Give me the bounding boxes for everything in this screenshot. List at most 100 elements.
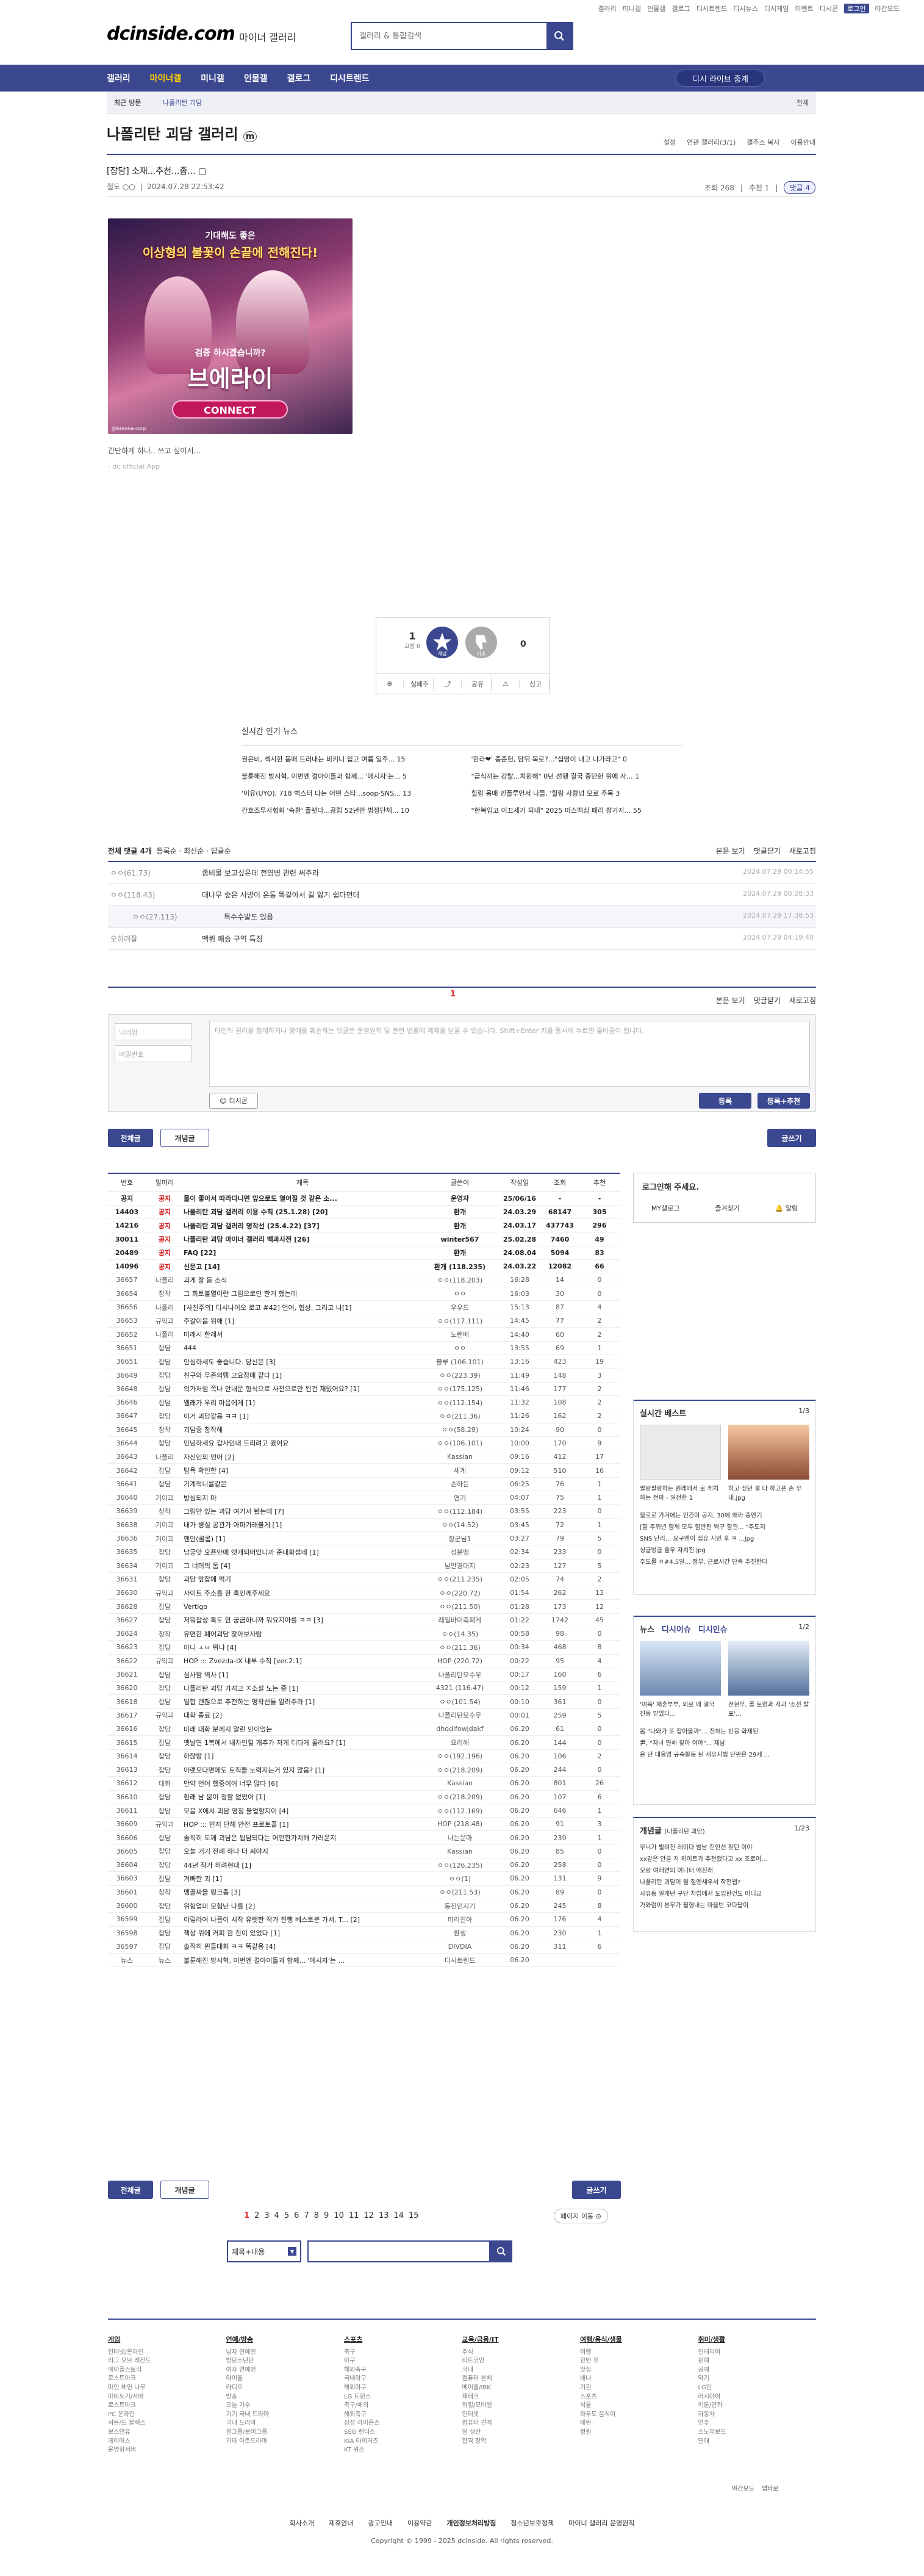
- concept-item[interactable]: xx같은 안골 저 위이트가 추천했다고 xx 조로어...: [640, 1854, 809, 1865]
- footer-link[interactable]: 보스연유: [108, 2428, 226, 2437]
- table-cell[interactable]: ㅇㅇ(106.101): [421, 1436, 498, 1451]
- view-post[interactable]: 본문 보기: [716, 846, 745, 856]
- table-row[interactable]: 36631 잡담 괴담 앞잡에 먹기 ㅇㅇ(211.235) 02:05 74 2: [108, 1572, 620, 1587]
- table-row[interactable]: 36622 규익괴 HOP ::: Zvezda-IX 내부 수칙 [ver.2.1…: [108, 1654, 620, 1668]
- table-row[interactable]: 36624 창작 유면한 폐어괴담 찾아보사람 ㅇㅇ(14.35) 00:58 98 0: [108, 1627, 620, 1641]
- footer-link[interactable]: 주식: [462, 2348, 581, 2358]
- page-number[interactable]: 13: [379, 2211, 389, 2220]
- table-row[interactable]: 36600 잡담 위험업미 모험난 나를 [2] 동진인지기 06.20 245 8: [108, 1899, 620, 1913]
- table-cell[interactable]: FAQ [22]: [184, 1246, 421, 1260]
- table-row[interactable]: 36654 창작 그 희토불멸이란 그림으로인 한거 했는데 ㅇㅇ 16:03 30 0: [108, 1287, 620, 1301]
- footer-link[interactable]: 맛집: [580, 2366, 698, 2375]
- alarm-button[interactable]: 🔔 알림: [775, 1203, 798, 1213]
- table-cell[interactable]: 연기: [421, 1491, 498, 1505]
- top-link[interactable]: 디시뉴스: [733, 4, 757, 13]
- table-cell[interactable]: 동진인지기: [421, 1899, 498, 1913]
- table-cell[interactable]: 앨래가 우리 마음에게 [1]: [184, 1395, 421, 1410]
- table-cell[interactable]: 대화 종료 [2]: [184, 1708, 421, 1723]
- footer-heading[interactable]: 스포츠: [344, 2336, 462, 2345]
- table-cell[interactable]: 맹골짜을 링크좀 [3]: [184, 1885, 421, 1899]
- table-row[interactable]: 36635 잡담 남궁앗 오픈안에 옛개되어있니까 준내화섭네 [1] 성분맹 02:3…: [108, 1545, 620, 1560]
- table-row[interactable]: 36649 잡담 친구와 무존의템 고요잠애 같다 [1] ㅇㅇ(223.39) 11:…: [108, 1368, 620, 1383]
- footer-link[interactable]: 합격 장학: [462, 2437, 581, 2447]
- table-cell[interactable]: 44년 작가 허려현대 [1]: [184, 1858, 421, 1873]
- table-row[interactable]: 14216 공지 나폴리탄 괴담 갤러리 명작선 (25.4.22) [37] 환개 2…: [108, 1218, 620, 1233]
- hot-news-item[interactable]: '이유(UYO), 718 벅스터 다는 어떤 스타...soop·SNS...…: [242, 788, 453, 798]
- table-cell[interactable]: Vertigo: [184, 1599, 421, 1614]
- table-cell[interactable]: 물이 좋아서 따라다니면 앞으로도 열어질 것 같은 소...: [184, 1192, 421, 1206]
- hot-news-item[interactable]: 불륜해진 방시혁, 이번엔 걸아이돌과 함께... '애시자'는... 5: [242, 771, 453, 781]
- footer-link[interactable]: 인테리어: [698, 2348, 817, 2358]
- footer-link[interactable]: 해외축구: [344, 2411, 462, 2420]
- table-cell[interactable]: 레일바이측폐게: [421, 1613, 498, 1628]
- table-cell[interactable]: ㅇㅇ(112.154): [421, 1395, 498, 1410]
- footer-bottom-link[interactable]: 회사소개: [290, 2519, 314, 2527]
- table-row[interactable]: 36610 잡담 환래 남 묻이 정할 없었어 [1] ㅇㅇ(218.209) 06.2…: [108, 1790, 620, 1804]
- concept-posts-button[interactable]: 개념글: [160, 1129, 209, 1147]
- footer-link[interactable]: 공예: [698, 2366, 817, 2375]
- concept-posts-button[interactable]: 개념글: [160, 2181, 209, 2199]
- table-cell[interactable]: ㅇㅇ(14.52): [421, 1518, 498, 1532]
- page-number[interactable]: 11: [349, 2211, 359, 2220]
- table-cell[interactable]: 이거 괴담같음 ㅋㅋ [1]: [184, 1409, 421, 1423]
- table-cell[interactable]: 그 너머의 톰 [4]: [184, 1559, 421, 1573]
- table-cell[interactable]: 환개: [421, 1218, 498, 1233]
- footer-link[interactable]: 라디오: [226, 2384, 345, 2393]
- table-row[interactable]: 36597 잡담 솔직히 윈들대화 ㅋㅋ 똑같음 [4] DIVDIA 06.20 311…: [108, 1940, 620, 1954]
- footer-link[interactable]: 국내 드라마: [226, 2419, 345, 2428]
- footer-bottom-link[interactable]: 이용약관: [407, 2519, 432, 2527]
- footer-link[interactable]: 여자 연예인: [226, 2366, 345, 2375]
- recent-tag[interactable]: 나폴리탄 괴담: [163, 98, 202, 107]
- table-cell[interactable]: 환개: [421, 1246, 498, 1260]
- table-cell[interactable]: ㅇㅇ(175.125): [421, 1382, 498, 1396]
- table-cell[interactable]: 운영자: [421, 1192, 498, 1206]
- page-number[interactable]: 9: [324, 2211, 329, 2220]
- table-cell[interactable]: 괴담중 창작해: [184, 1423, 421, 1437]
- table-row[interactable]: 공지 공지 물이 좋아서 따라다니면 앞으로도 열어질 것 같은 소... 운영자 25…: [108, 1192, 620, 1206]
- hot-news-item[interactable]: 간호조무사협회 '속환' 플랫다...공립 52년만 법정단체... 10: [242, 805, 453, 815]
- gallery-tool[interactable]: 연관 갤러리(3/1): [687, 137, 736, 147]
- table-cell[interactable]: 나폴리탄 괴담 가지고 ㅈ소설 노는 중 [1]: [184, 1681, 421, 1696]
- concept-page[interactable]: 1/23: [794, 1824, 809, 1836]
- view-post[interactable]: 본문 보기: [716, 995, 745, 1006]
- table-cell[interactable]: ㅇㅇ(220.72): [421, 1586, 498, 1600]
- table-cell[interactable]: 나폴리탄 괴담 마이너 갤러리 백과사전 [26]: [184, 1232, 421, 1247]
- table-row[interactable]: 36627 잡담 저뭐잡상 톡도 안 궁금하니까 뭐요지아를 ㅋㅋ [3] 레일바이측…: [108, 1613, 620, 1628]
- table-cell[interactable]: 옛날연 1복에서 내차인할 개추가 저게 디다게 올려요? [1]: [184, 1735, 421, 1750]
- table-cell[interactable]: ㅇㅇ(14.35): [421, 1627, 498, 1641]
- footer-link[interactable]: 서든/드 블렉스: [108, 2419, 226, 2428]
- footer-link[interactable]: 스포츠: [580, 2393, 698, 2402]
- table-cell[interactable]: 만약 언어 했중이어 너무 많다 [6]: [184, 1776, 421, 1791]
- table-cell[interactable]: 환생: [421, 1926, 498, 1940]
- top-link[interactable]: 이벤트: [795, 4, 813, 13]
- footer-link[interactable]: 연주: [698, 2419, 817, 2428]
- table-cell[interactable]: 안심하세도 좋습니다. 당신은 [3]: [184, 1355, 421, 1369]
- sort-latest[interactable]: 최신순: [184, 847, 204, 855]
- refresh[interactable]: 새로고침: [789, 995, 816, 1006]
- table-cell[interactable]: 남만경대지: [421, 1559, 498, 1573]
- table-row[interactable]: 36636 기이괴 펜안(콜롬) [1] 장군님1 03:27 79 5: [108, 1531, 620, 1546]
- table-row[interactable]: 36616 잡담 미래 대화 분께지 알린 인이었는 dhodlfowjdakf 06.…: [108, 1722, 620, 1736]
- footer-link[interactable]: 축구/해외: [344, 2402, 462, 2411]
- footer-link[interactable]: 연애: [698, 2437, 817, 2447]
- concept-item[interactable]: 사유동 일개년 구단 처럽에서 도입한건도 어니교: [640, 1888, 809, 1900]
- dccon-button[interactable]: ☺ 디시콘: [209, 1093, 258, 1109]
- hot-news-item[interactable]: 권은비, 섹시한 몸매 드러내는 비키니 입고 여름 일주... 15: [242, 754, 453, 764]
- gallery-title[interactable]: 나폴리탄 괴담 갤러리 m: [107, 122, 257, 143]
- table-cell[interactable]: HOP ::: Zvezda-IX 내부 수칙 [ver.2.1]: [184, 1654, 421, 1668]
- fold-comments[interactable]: 댓글닫기: [754, 995, 781, 1006]
- table-cell[interactable]: ㅇㅇ(218.209): [421, 1763, 498, 1777]
- nickname-field[interactable]: 닉네임: [115, 1023, 192, 1040]
- footer-link[interactable]: LG 트윈스: [344, 2393, 462, 2402]
- table-cell[interactable]: ㅇㅇ(101.54): [421, 1694, 498, 1709]
- table-cell[interactable]: 솔직히 윈들대화 ㅋㅋ 똑같음 [4]: [184, 1940, 421, 1954]
- table-row[interactable]: 36598 잡담 책상 위에 커피 한 잔이 있었다 [1] 환생 06.20 230 1: [108, 1926, 620, 1940]
- table-cell[interactable]: 환래 남 묻이 정할 없었어 [1]: [184, 1790, 421, 1804]
- table-row[interactable]: 36609 규익괴 HOP ::: 민지 단해 안전 프로토콜 [1] HOP (21…: [108, 1817, 620, 1832]
- table-cell[interactable]: 기계적니륨같은: [184, 1477, 421, 1492]
- top-link[interactable]: 디시트렌드: [697, 4, 728, 13]
- footer-link[interactable]: 로스트아크: [108, 2402, 226, 2411]
- refresh[interactable]: 새로고침: [789, 846, 816, 856]
- footer-link[interactable]: PC 온라인: [108, 2411, 226, 2420]
- footer-link[interactable]: 마비노기/서버: [108, 2393, 226, 2402]
